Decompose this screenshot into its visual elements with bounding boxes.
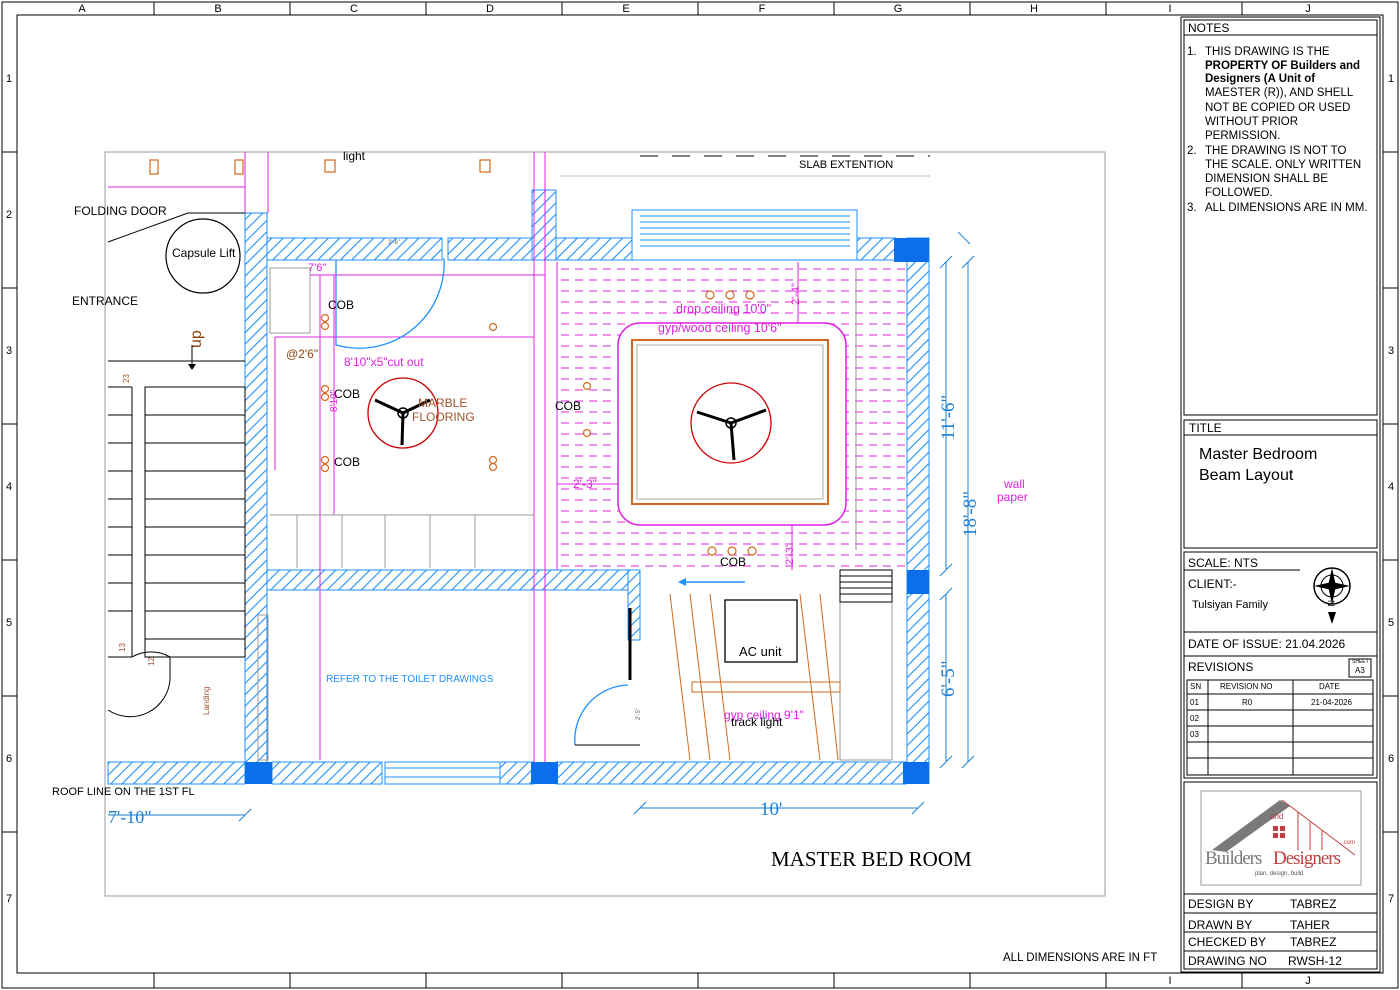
checked-by-label: CHECKED BY [1188,935,1267,949]
logo-com: .com [1342,840,1356,846]
revisions-label: REVISIONS [1188,660,1254,674]
checked-by-value: TABREZ [1290,935,1337,949]
rev-header-revision-no: REVISION NO [1220,682,1273,691]
note-1-line-1: THIS DRAWING IS THE [1205,46,1330,58]
drawing-title-line-2: Beam Layout [1199,467,1294,484]
rev-row-2-sn: 02 [1190,714,1199,723]
logo-builders: Builders [1205,848,1262,869]
scale-label: SCALE: NTS [1188,556,1259,570]
drawn-by-label: DRAWN BY [1188,918,1253,932]
logo-designers: Designers [1273,848,1341,869]
note-1-line-4: MAESTER (R)), AND SHELL [1205,87,1354,99]
note-1-line-2: PROPERTY OF Builders and [1205,60,1361,72]
sheet-label: SHEET [1352,659,1369,665]
drawing-no-value: RWSH-12 [1288,954,1342,968]
client-label: CLIENT:- [1188,577,1237,591]
drawing-title-line-1: Master Bedroom [1199,446,1318,463]
drawn-by-value: TAHER [1290,918,1330,932]
title-label: TITLE [1189,421,1222,435]
note-2-number: 2. [1187,145,1197,157]
note-3-line-1: ALL DIMENSIONS ARE IN MM. [1205,202,1368,214]
notes-heading: NOTES [1188,21,1230,35]
rev-row-1-sn: 01 [1190,698,1199,707]
note-1-line-5: NOT BE COPIED OR USED [1205,102,1351,114]
note-2-line-2: THE SCALE. ONLY WRITTEN [1205,159,1362,171]
note-1-line-7: PERMISSION. [1205,130,1281,142]
rev-row-1-date: 21-04-2026 [1311,698,1352,707]
design-by-label: DESIGN BY [1188,897,1254,911]
note-2-line-1: THE DRAWING IS NOT TO [1205,145,1347,157]
logo-tagline: plan, design, build [1255,871,1304,877]
rev-header-sn: SN [1190,682,1202,691]
rev-row-1-revision: R0 [1242,698,1253,707]
design-by-value: TABREZ [1290,897,1337,911]
note-1-number: 1. [1187,46,1197,58]
north-arrow-icon [1313,567,1351,624]
date-of-issue: DATE OF ISSUE: 21.04.2026 [1188,637,1346,651]
drawing-no-label: DRAWING NO [1188,954,1267,968]
rev-header-date: DATE [1319,682,1340,691]
sheet-value: A3 [1355,666,1365,675]
note-2-line-3: DIMENSION SHALL BE [1205,173,1328,185]
note-2-line-4: FOLLOWED. [1205,187,1273,199]
rev-row-3-sn: 03 [1190,730,1199,739]
note-1-line-3: Designers (A Unit of [1205,73,1316,85]
logo-and: and [1270,812,1284,821]
north-label: N [1326,600,1336,607]
client-name: Tulsiyan Family [1192,599,1268,611]
note-1-line-6: WITHOUT PRIOR [1205,116,1299,128]
note-3-number: 3. [1187,202,1197,214]
